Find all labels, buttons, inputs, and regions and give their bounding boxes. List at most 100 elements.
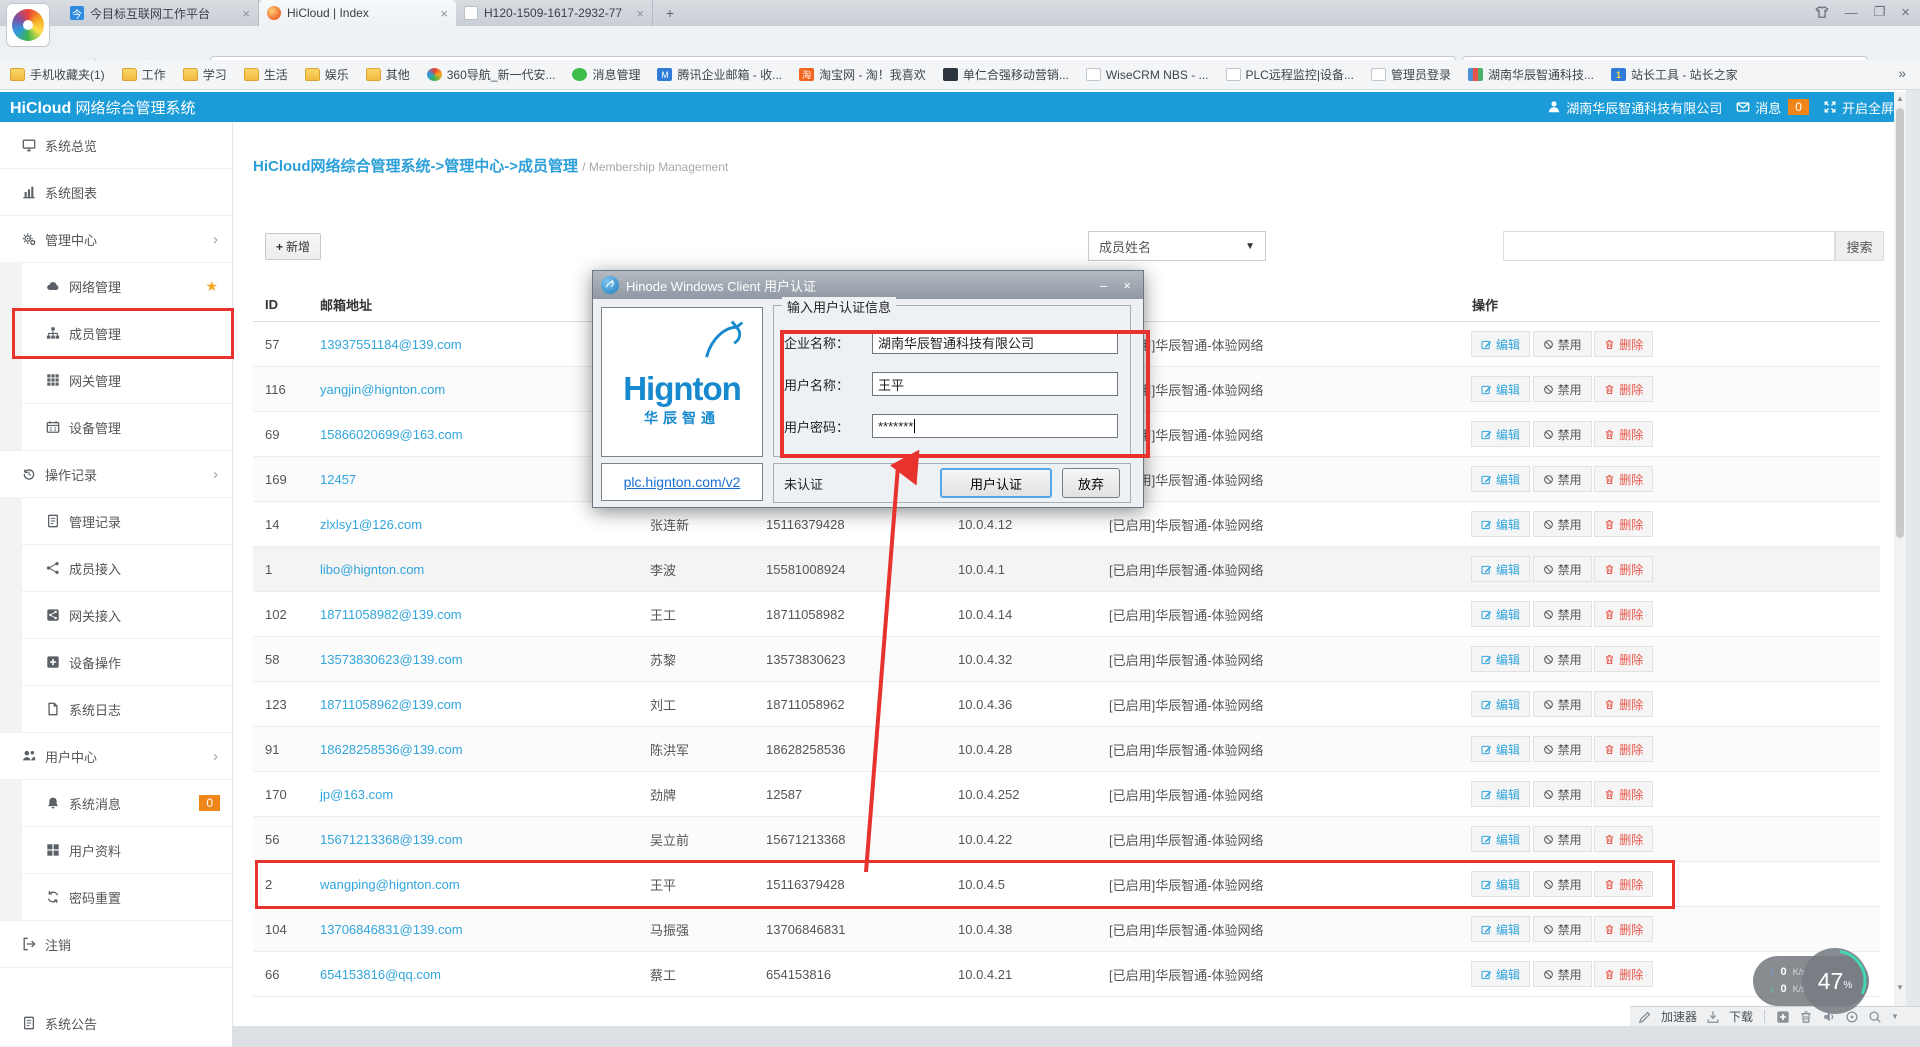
- sidebar-item[interactable]: 成员接入: [0, 545, 232, 592]
- delete-button[interactable]: 删除: [1594, 376, 1653, 402]
- tab-close-icon[interactable]: ×: [636, 6, 644, 21]
- disable-button[interactable]: 禁用: [1533, 466, 1592, 492]
- disable-button[interactable]: 禁用: [1533, 421, 1592, 447]
- sidebar-item[interactable]: 系统总览: [0, 122, 232, 169]
- download-label[interactable]: 下载: [1729, 1008, 1753, 1025]
- bookmark-item[interactable]: 管理员登录: [1371, 66, 1451, 83]
- delete-button[interactable]: 删除: [1594, 556, 1653, 582]
- bookmark-item[interactable]: 娱乐: [305, 66, 349, 83]
- bookmark-item[interactable]: 湖南华辰智通科技...: [1468, 66, 1594, 83]
- sidebar-item[interactable]: 操作记录 ›: [0, 451, 232, 498]
- edit-button[interactable]: 编辑: [1471, 466, 1530, 492]
- edit-button[interactable]: 编辑: [1471, 511, 1530, 537]
- sidebar-item[interactable]: 网关管理: [0, 357, 232, 404]
- dialog-minimize-button[interactable]: –: [1100, 278, 1107, 293]
- bookmark-item[interactable]: 生活: [244, 66, 288, 83]
- new-tab-button[interactable]: +: [658, 4, 682, 22]
- disable-button[interactable]: 禁用: [1533, 556, 1592, 582]
- zoom-icon[interactable]: [1868, 1010, 1882, 1024]
- delete-button[interactable]: 删除: [1594, 331, 1653, 357]
- tab-close-icon[interactable]: ×: [440, 6, 448, 21]
- accelerator-icon[interactable]: [1638, 1010, 1652, 1024]
- sidebar-item[interactable]: 设备管理: [0, 404, 232, 451]
- delete-button[interactable]: 删除: [1594, 826, 1653, 852]
- scrollbar-thumb[interactable]: [1896, 108, 1904, 538]
- sidebar-item[interactable]: 密码重置: [0, 874, 232, 921]
- download-icon[interactable]: [1706, 1010, 1720, 1024]
- browser-tab[interactable]: HiCloud | Index ×: [259, 0, 456, 26]
- edit-button[interactable]: 编辑: [1471, 781, 1530, 807]
- memory-percent-badge[interactable]: 47 %: [1802, 948, 1868, 1014]
- cell-email-link[interactable]: yangjin@hignton.com: [308, 382, 638, 397]
- disable-button[interactable]: 禁用: [1533, 511, 1592, 537]
- accelerator-label[interactable]: 加速器: [1661, 1008, 1697, 1025]
- bookmark-item[interactable]: 手机收藏夹(1): [10, 66, 105, 83]
- edit-button[interactable]: 编辑: [1471, 646, 1530, 672]
- bookmark-item[interactable]: 淘 淘宝网 - 淘！我喜欢: [799, 66, 926, 83]
- bookmark-item[interactable]: 单仁合强移动营销...: [943, 66, 1069, 83]
- add-tool-icon[interactable]: [1776, 1010, 1790, 1024]
- bookmark-item[interactable]: 学习: [183, 66, 227, 83]
- cancel-button[interactable]: 放弃: [1062, 468, 1120, 498]
- sidebar-item[interactable]: 用户中心 ›: [0, 733, 232, 780]
- bookmark-item[interactable]: 1 站长工具 - 站长之家: [1611, 66, 1738, 83]
- cell-email-link[interactable]: 13937551184@139.com: [308, 337, 638, 352]
- bookmark-item[interactable]: M 腾讯企业邮箱 - 收...: [657, 66, 782, 83]
- filter-select[interactable]: 成员姓名 ▼: [1088, 231, 1266, 261]
- edit-button[interactable]: 编辑: [1471, 961, 1530, 987]
- app-brand[interactable]: HiCloud 网络综合管理系统: [10, 97, 196, 118]
- page-scrollbar[interactable]: ▲ ▼: [1894, 92, 1906, 1006]
- cell-email-link[interactable]: 18711058962@139.com: [308, 697, 638, 712]
- fullscreen-toggle[interactable]: 开启全屏: [1823, 98, 1894, 117]
- authenticate-button[interactable]: 用户认证: [940, 468, 1052, 498]
- scroll-up-icon[interactable]: ▲: [1894, 94, 1906, 103]
- username-field-input[interactable]: 王平: [872, 372, 1118, 396]
- edit-button[interactable]: 编辑: [1471, 871, 1530, 897]
- browser-logo[interactable]: [6, 3, 50, 47]
- tab-close-icon[interactable]: ×: [242, 6, 250, 21]
- disable-button[interactable]: 禁用: [1533, 916, 1592, 942]
- sidebar-item[interactable]: 管理记录: [0, 498, 232, 545]
- cell-email-link[interactable]: 12457: [308, 472, 638, 487]
- delete-button[interactable]: 删除: [1594, 466, 1653, 492]
- dialog-title-bar[interactable]: Hinode Windows Client 用户认证 – ×: [593, 271, 1143, 299]
- delete-button[interactable]: 删除: [1594, 781, 1653, 807]
- cell-email-link[interactable]: zlxlsy1@126.com: [308, 517, 638, 532]
- cell-email-link[interactable]: 18628258536@139.com: [308, 742, 638, 757]
- disable-button[interactable]: 禁用: [1533, 601, 1592, 627]
- sidebar-item[interactable]: 管理中心 ›: [0, 216, 232, 263]
- cell-email-link[interactable]: jp@163.com: [308, 787, 638, 802]
- dialog-close-button[interactable]: ×: [1123, 278, 1131, 293]
- cell-email-link[interactable]: 13706846831@139.com: [308, 922, 638, 937]
- cell-email-link[interactable]: wangping@hignton.com: [308, 877, 638, 892]
- scroll-down-icon[interactable]: ▼: [1894, 983, 1906, 992]
- edit-button[interactable]: 编辑: [1471, 556, 1530, 582]
- delete-button[interactable]: 删除: [1594, 961, 1653, 987]
- sidebar-item[interactable]: 系统消息 0: [0, 780, 232, 827]
- disable-button[interactable]: 禁用: [1533, 826, 1592, 852]
- sidebar-item[interactable]: 系统日志: [0, 686, 232, 733]
- cell-email-link[interactable]: 15866020699@163.com: [308, 427, 638, 442]
- disable-button[interactable]: 禁用: [1533, 376, 1592, 402]
- sidebar-item[interactable]: 系统公告: [0, 1000, 232, 1047]
- sidebar-item[interactable]: 成员管理: [0, 310, 232, 357]
- bookmark-item[interactable]: 消息管理: [572, 66, 640, 83]
- disable-button[interactable]: 禁用: [1533, 646, 1592, 672]
- sidebar-item[interactable]: 用户资料: [0, 827, 232, 874]
- bookmarks-overflow-icon[interactable]: »: [1898, 65, 1906, 81]
- password-field-input[interactable]: *******: [872, 414, 1118, 438]
- sidebar-item[interactable]: 设备操作: [0, 639, 232, 686]
- delete-button[interactable]: 删除: [1594, 511, 1653, 537]
- close-button[interactable]: ×: [1901, 4, 1910, 21]
- delete-button[interactable]: 删除: [1594, 646, 1653, 672]
- add-member-button[interactable]: + 新增: [265, 233, 321, 260]
- disable-button[interactable]: 禁用: [1533, 871, 1592, 897]
- maximize-button[interactable]: ❐: [1874, 4, 1886, 20]
- edit-button[interactable]: 编辑: [1471, 331, 1530, 357]
- cell-email-link[interactable]: 15671213368@139.com: [308, 832, 638, 847]
- bookmark-item[interactable]: WiseCRM NBS - ...: [1086, 68, 1209, 82]
- bookmark-item[interactable]: 工作: [122, 66, 166, 83]
- bookmark-item[interactable]: 360导航_新一代安...: [427, 66, 556, 83]
- edit-button[interactable]: 编辑: [1471, 826, 1530, 852]
- edit-button[interactable]: 编辑: [1471, 421, 1530, 447]
